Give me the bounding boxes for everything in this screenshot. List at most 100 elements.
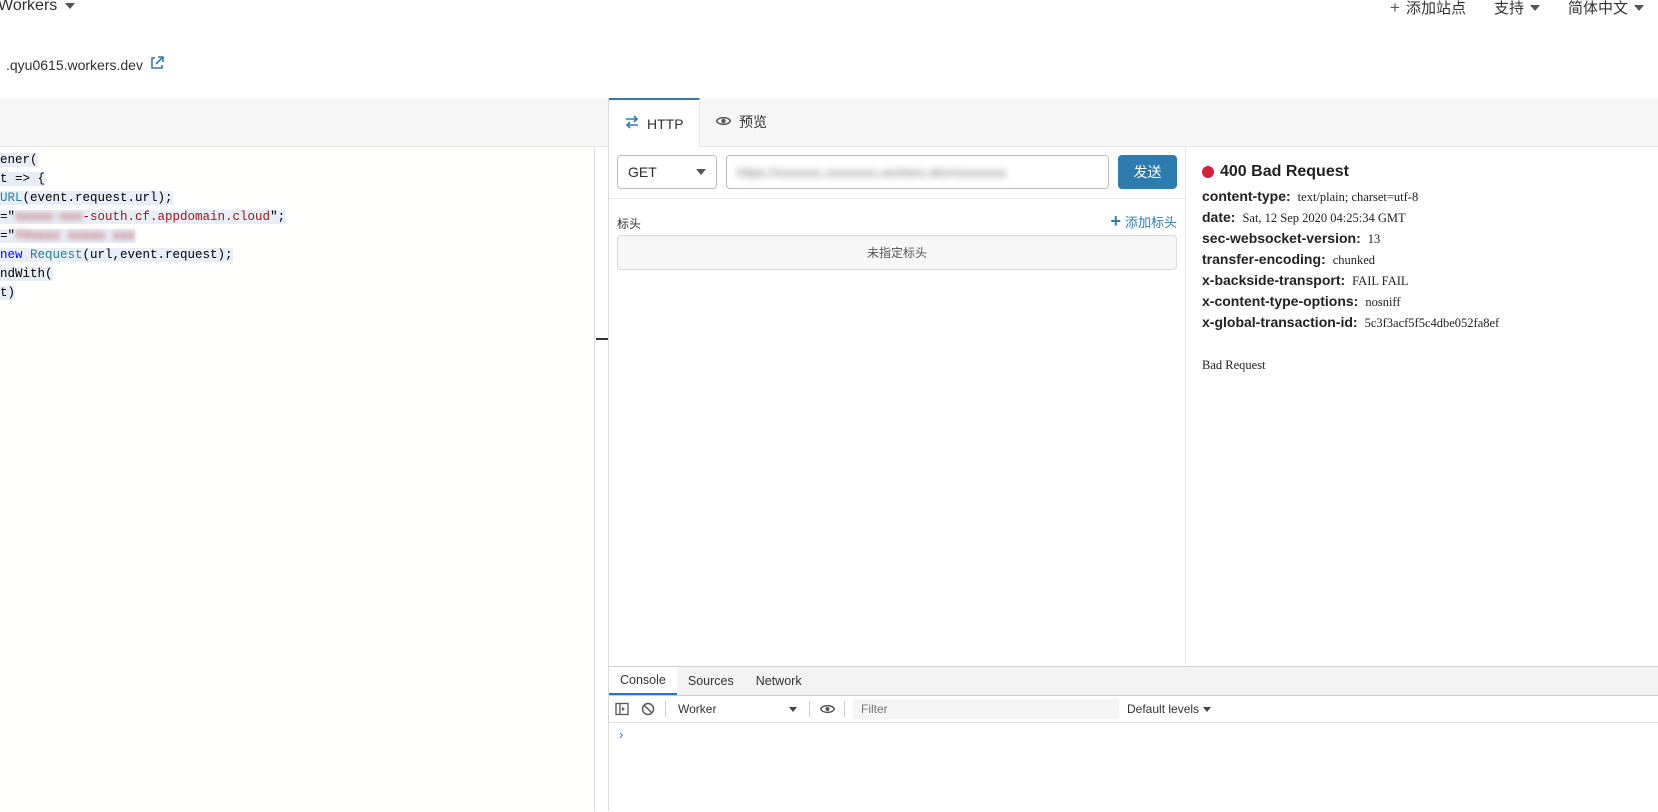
toolbar-separator [844, 701, 845, 717]
response-header-key: x-content-type-options: [1202, 293, 1359, 309]
code-text: t) [0, 286, 16, 300]
chevron-down-icon [1634, 4, 1644, 11]
code-text: "; [270, 210, 286, 224]
nav-right-group: + 添加站点 支持 简体中文 [1376, 0, 1658, 18]
response-status: 400 Bad Request [1202, 163, 1349, 181]
devtools-tabs: Console Sources Network [609, 667, 1658, 696]
devtools-tab-sources[interactable]: Sources [677, 667, 745, 695]
editor-toolbar [0, 98, 610, 147]
code-line: t => { [0, 170, 594, 189]
code-line: new Request(url,event.request); [0, 246, 594, 265]
chevron-down-icon [1203, 706, 1212, 712]
devtools-panel: Console Sources Network Worker Filter De… [609, 666, 1658, 812]
code-content[interactable]: ener(t => {URL(event.request.url); ="xxxx… [0, 147, 594, 303]
context-select[interactable]: Worker [670, 702, 805, 716]
response-header-row: x-backside-transport: FAIL FAIL [1202, 272, 1499, 293]
status-text: 400 Bad Request [1220, 163, 1349, 180]
code-text: ener( [0, 153, 38, 167]
response-header-row: x-content-type-options: nosniff [1202, 293, 1499, 314]
response-header-row: sec-websocket-version: 13 [1202, 230, 1499, 251]
eye-icon[interactable] [814, 696, 840, 722]
language-label: 简体中文 [1567, 0, 1628, 17]
context-value: Worker [678, 702, 717, 716]
response-header-value: 5c3f3acf5f5c4dbe052fa8ef [1364, 316, 1500, 330]
tab-http-label: HTTP [647, 115, 684, 132]
response-header-value: text/plain; charset=utf-8 [1297, 190, 1419, 204]
add-header-button[interactable]: + 添加标头 [1110, 211, 1177, 232]
url-input[interactable]: https://xxxxxxx.xxxxxxxx.workers.dev/xxx… [726, 155, 1109, 189]
response-header-value: Sat, 12 Sep 2020 04:25:34 GMT [1242, 211, 1406, 225]
eye-icon [715, 114, 732, 130]
code-text: (url,event.request); [82, 248, 233, 262]
chevron-down-icon [1529, 4, 1540, 11]
external-link-icon[interactable] [149, 55, 165, 74]
console-prompt[interactable]: › [619, 727, 623, 742]
devtools-tab-network[interactable]: Network [745, 667, 813, 695]
code-redacted: xxxxx-xxx [15, 210, 83, 224]
status-dot-icon [1202, 166, 1214, 178]
add-site-label: 添加站点 [1405, 0, 1466, 17]
split-resize-handle[interactable] [596, 338, 608, 340]
add-header-label: 添加标头 [1124, 215, 1177, 230]
toolbar-separator [809, 701, 810, 717]
support-menu[interactable]: 支持 [1480, 0, 1554, 18]
code-string: -south.cf.appdomain.cloud [82, 210, 271, 224]
chevron-down-icon [789, 706, 797, 712]
code-line: ndWith( [0, 265, 594, 284]
url-value-redacted: https://xxxxxxx.xxxxxxxx.workers.dev/xxx… [737, 164, 1007, 180]
code-line: URL(event.request.url); [0, 189, 594, 208]
support-label: 支持 [1493, 0, 1524, 17]
chevron-down-icon [696, 169, 706, 175]
response-header-row: x-global-transaction-id: 5c3f3acf5f5c4dbe… [1202, 314, 1499, 335]
editor-scrollbar-track [594, 147, 595, 811]
divider [609, 198, 1185, 199]
add-site-link[interactable]: + 添加站点 [1376, 0, 1480, 18]
log-levels-value: Default levels [1127, 702, 1200, 716]
code-editor[interactable]: ener(t => {URL(event.request.url); ="xxxx… [0, 147, 594, 811]
response-header-value: nosniff [1365, 295, 1401, 309]
code-line: ="xxxxx-xxx-south.cf.appdomain.cloud"; [0, 208, 594, 227]
response-header-value: 13 [1367, 232, 1381, 246]
response-header-row: content-type: text/plain; charset=utf-8 [1202, 188, 1499, 209]
response-header-row: date: Sat, 12 Sep 2020 04:25:34 GMT [1202, 209, 1499, 230]
code-text: =" [0, 229, 16, 243]
code-line: t) [0, 284, 594, 303]
top-navigation: Workers + 添加站点 支持 简体中文 [0, 0, 1658, 37]
tab-preview[interactable]: 预览 [700, 98, 783, 146]
code-text: t => { [0, 172, 46, 186]
code-text: =" [0, 210, 16, 224]
tab-http[interactable]: HTTP [609, 98, 700, 147]
product-title: Workers [0, 0, 58, 14]
response-header-row: transfer-encoding: chunked [1202, 251, 1499, 272]
response-header-key: transfer-encoding: [1202, 251, 1326, 267]
code-class: URL [0, 191, 23, 205]
http-method-select[interactable]: GET [617, 155, 717, 189]
code-text: (event.request.url); [22, 191, 173, 205]
response-headers: content-type: text/plain; charset=utf-8 da… [1202, 188, 1499, 335]
worker-domain: .qyu0615.workers.dev [6, 56, 143, 73]
request-panel: GET https://xxxxxxx.xxxxxxxx.workers.dev… [609, 147, 1186, 665]
headers-empty-state: 未指定标头 [617, 235, 1177, 270]
send-button[interactable]: 发送 [1118, 155, 1177, 189]
http-method-value: GET [628, 164, 657, 180]
product-switcher[interactable]: Workers [0, 0, 76, 15]
response-header-key: content-type: [1202, 188, 1291, 204]
worker-domain-link[interactable]: .qyu0615.workers.dev [6, 55, 165, 74]
code-line: ="YVxxxx xxxxx xxx [0, 227, 594, 246]
show-sidebar-icon[interactable] [609, 696, 635, 722]
response-header-key: x-global-transaction-id: [1202, 314, 1358, 330]
devtools-tab-console[interactable]: Console [609, 667, 677, 695]
response-body: Bad Request [1202, 358, 1266, 372]
response-header-key: sec-websocket-version: [1202, 230, 1361, 246]
toolbar-separator [665, 701, 666, 717]
code-keyword: new [0, 248, 31, 262]
swap-arrows-icon [625, 115, 639, 132]
plus-icon: + [1110, 211, 1121, 231]
language-menu[interactable]: 简体中文 [1554, 0, 1658, 18]
console-filter-input[interactable] [853, 699, 1119, 719]
log-levels-select[interactable]: Default levels [1127, 702, 1212, 716]
clear-console-icon[interactable] [635, 696, 661, 722]
code-text: ndWith( [0, 267, 53, 281]
preview-tab-bar: HTTP 预览 [609, 98, 1658, 147]
response-header-value: FAIL FAIL [1352, 274, 1409, 288]
